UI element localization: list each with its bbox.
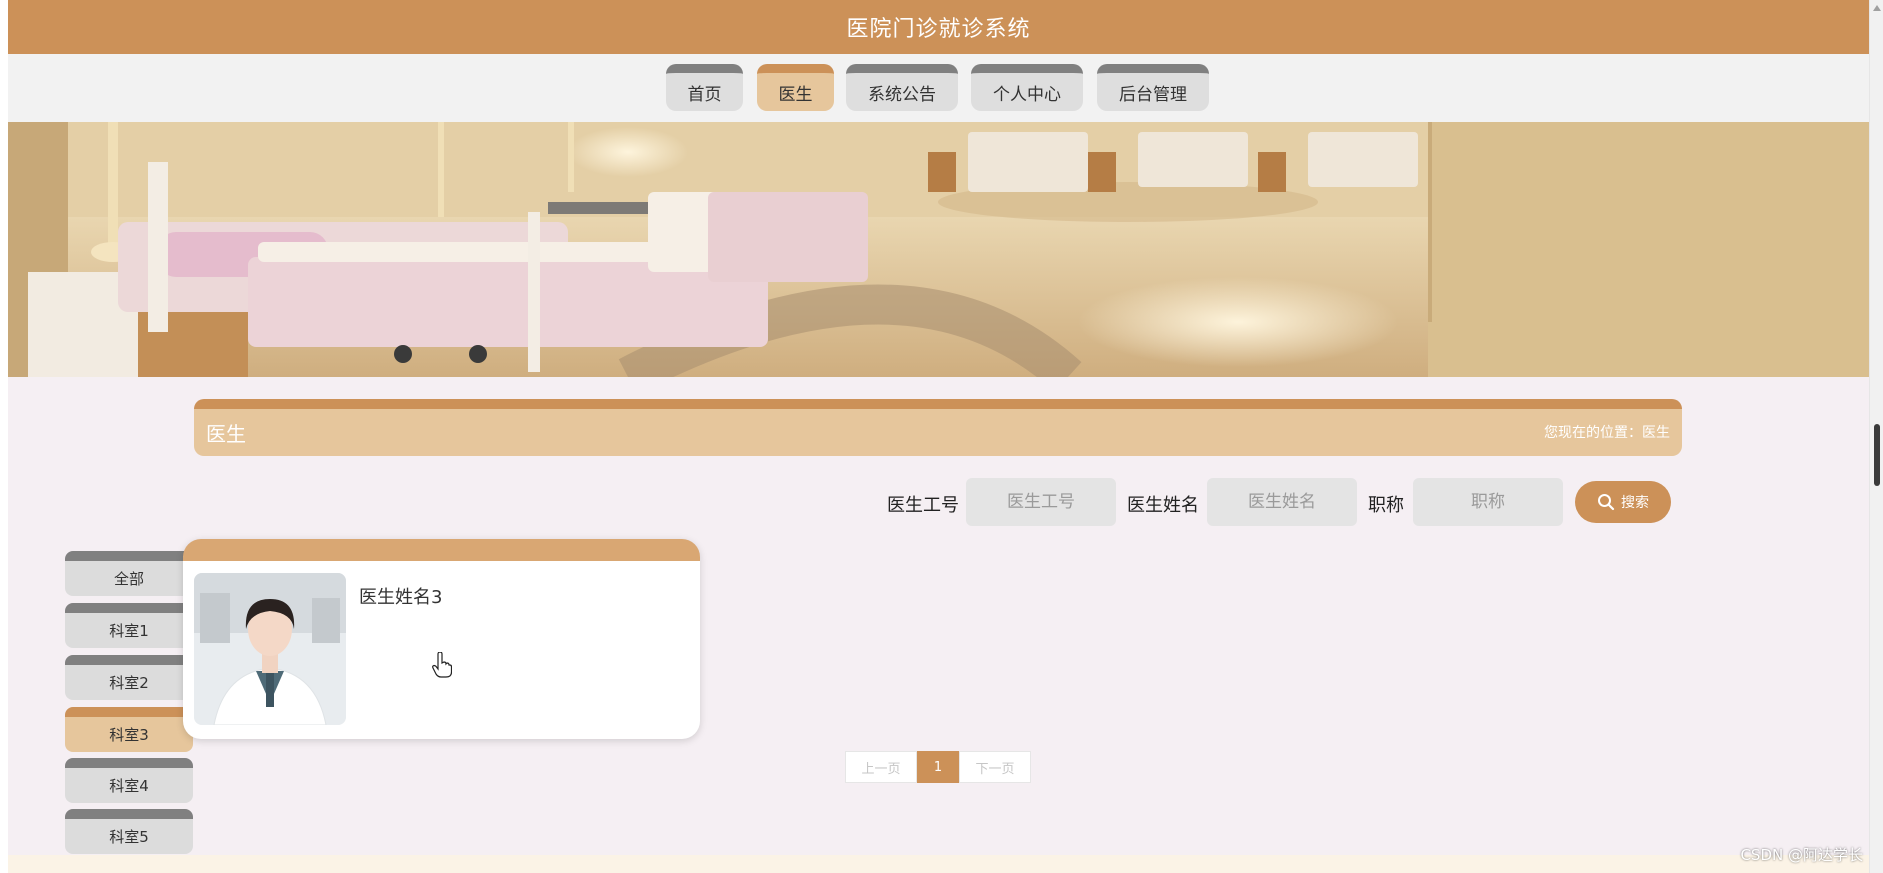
category-label: 科室5 [109, 828, 149, 846]
page-number-current[interactable]: 1 [917, 751, 959, 783]
hand-cursor-icon [432, 651, 453, 682]
app-title: 医院门诊就诊系统 [846, 17, 1031, 42]
breadcrumb: 您现在的位置： 医生 [1544, 422, 1670, 442]
nav-item-label: 系统公告 [868, 84, 936, 105]
header-bar: 医院门诊就诊系统 [8, 0, 1869, 54]
page-number-label: 1 [933, 759, 943, 775]
doctor-id-input[interactable] [966, 478, 1116, 526]
category-dept-2[interactable]: 科室2 [65, 655, 193, 700]
nav-item-announcements[interactable]: 系统公告 [846, 64, 958, 111]
watermark: CSDN @阿达学长 [1740, 846, 1863, 864]
nav-item-admin[interactable]: 后台管理 [1097, 64, 1209, 111]
title-label: 职称 [1368, 495, 1404, 516]
footer-strip [8, 855, 1869, 873]
category-label: 科室2 [109, 674, 149, 692]
category-dept-3[interactable]: 科室3 [65, 707, 193, 752]
nav-item-label: 首页 [687, 84, 722, 105]
next-page-button[interactable]: 下一页 [959, 751, 1031, 783]
doctor-name-input[interactable] [1207, 478, 1357, 526]
nav-item-label: 医生 [778, 84, 813, 105]
nav-item-label: 个人中心 [993, 84, 1061, 105]
prev-page-button[interactable]: 上一页 [845, 751, 917, 783]
scroll-up-icon[interactable] [1873, 5, 1881, 11]
scrollbar-thumb[interactable] [1874, 424, 1880, 486]
search-button[interactable]: 搜索 [1575, 481, 1671, 523]
doctor-photo [194, 573, 346, 725]
hospital-ward-illustration [8, 122, 1869, 377]
next-page-label: 下一页 [975, 761, 1015, 777]
category-label: 科室1 [109, 622, 149, 640]
section-title: 医生 [206, 422, 246, 446]
doctor-portrait-illustration [194, 573, 346, 725]
doctor-name-label: 医生姓名 [1127, 495, 1199, 516]
category-dept-1[interactable]: 科室1 [65, 603, 193, 648]
nav-item-home[interactable]: 首页 [666, 64, 743, 111]
section-header: 医生 您现在的位置： 医生 [194, 399, 1682, 456]
page-scrollbar[interactable] [1869, 0, 1883, 873]
nav-item-label: 后台管理 [1119, 84, 1187, 105]
pagination: 上一页 1 下一页 [845, 751, 1031, 783]
prev-page-label: 上一页 [861, 761, 901, 777]
category-dept-5[interactable]: 科室5 [65, 809, 193, 854]
search-button-label: 搜索 [1621, 495, 1649, 511]
doctor-card[interactable]: 医生姓名3 [183, 539, 700, 739]
left-gutter [0, 0, 8, 873]
main-nav: 首页 医生 系统公告 个人中心 后台管理 [8, 54, 1869, 122]
category-label: 科室3 [109, 726, 149, 744]
breadcrumb-current[interactable]: 医生 [1642, 422, 1670, 442]
nav-item-doctors[interactable]: 医生 [757, 64, 834, 111]
category-all[interactable]: 全部 [65, 551, 193, 596]
nav-item-profile[interactable]: 个人中心 [971, 64, 1083, 111]
search-icon [1598, 494, 1615, 511]
doctor-name: 医生姓名3 [359, 587, 443, 608]
breadcrumb-prefix: 您现在的位置： [1544, 425, 1642, 441]
hero-banner-image [8, 122, 1869, 377]
category-dept-4[interactable]: 科室4 [65, 758, 193, 803]
title-input[interactable] [1413, 478, 1563, 526]
category-label: 科室4 [109, 777, 149, 795]
doctor-id-label: 医生工号 [887, 495, 959, 516]
category-label: 全部 [113, 570, 144, 588]
